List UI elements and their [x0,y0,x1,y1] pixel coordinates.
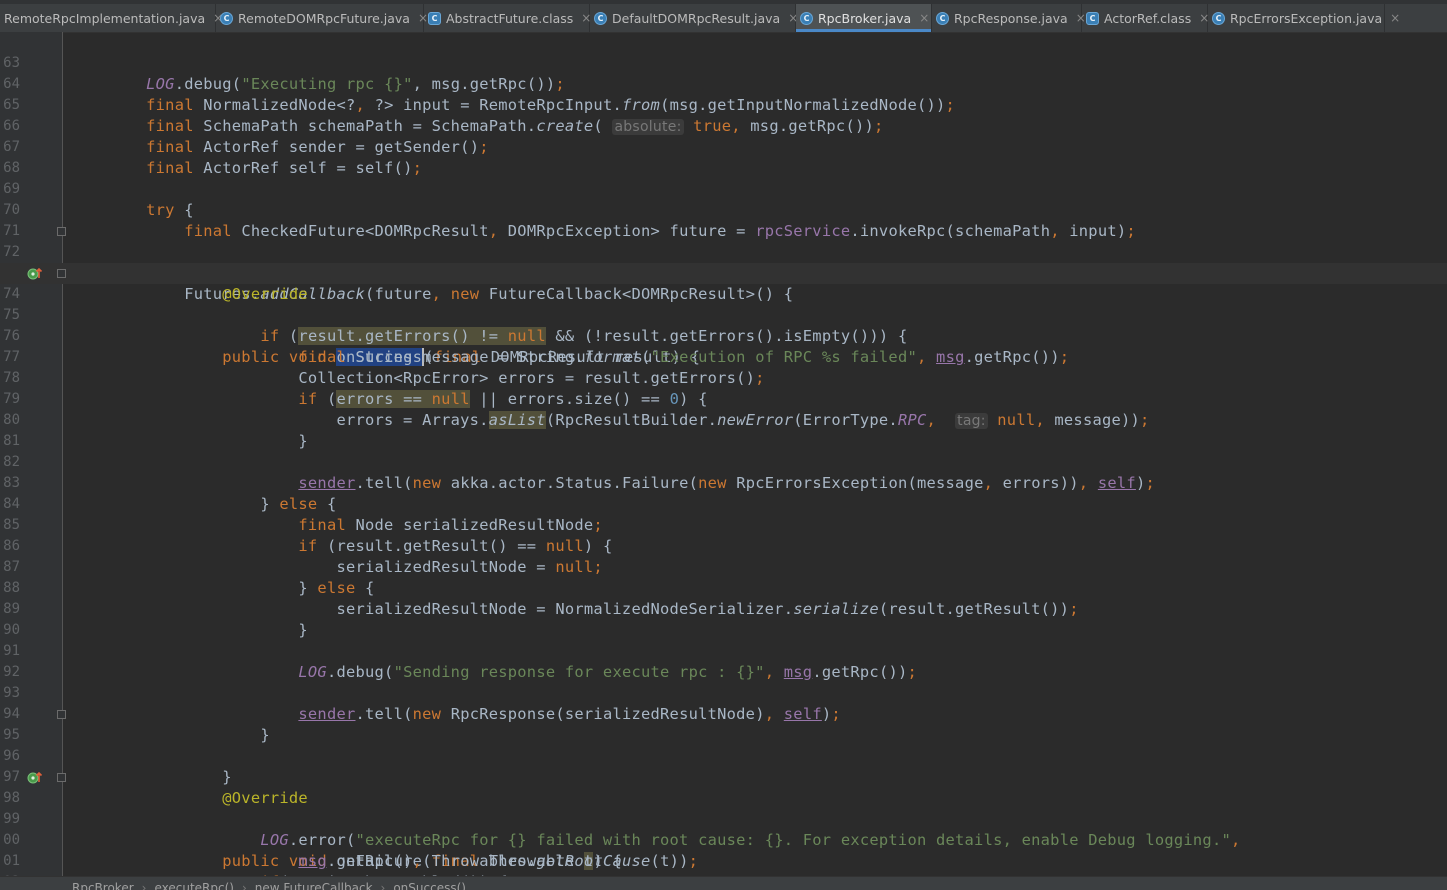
code-line-74: 74 public void onSuccess (final DOMRpcRes… [0,263,1447,366]
code-line-64: 64 final NormalizedNode<?, ?> input = Re… [0,53,1447,114]
breadcrumb-method[interactable]: executeRpc() [154,881,234,890]
tab-label: RemoteDOMRpcFuture.java [238,10,410,26]
compiled-class-icon: C [428,11,441,25]
tab-label: AbstractFuture.class [446,10,574,26]
code-line-93: 93 sender.tell(new RpcResponse(serialize… [0,662,1447,723]
tab-defaultdomrpcresult-java[interactable]: C DefaultDOMRpcResult.java × [590,4,798,32]
code-line-95: 95 } [0,704,1447,786]
tab-label: DefaultDOMRpcResult.java [612,10,781,26]
tab-label: ActorRef.class [1104,10,1192,26]
code-line-68: 68 [0,137,1447,176]
close-icon[interactable]: × [919,11,929,25]
fold-marker[interactable] [57,269,66,278]
code-line-69: 69 try { [0,158,1447,219]
code-line-88: 88 serializedResultNode = NormalizedNode… [0,557,1447,618]
breadcrumb-current-method[interactable]: onSuccess() [393,881,466,890]
code-editor[interactable]: 63 LOG.debug("Executing rpc {}", msg.get… [0,32,1447,876]
code-line-76: 76 final String message = String.format(… [0,305,1447,366]
tab-remoterpcimplementation-java[interactable]: RemoteRpcImplementation.java × [0,4,223,32]
code-line-102: 02 LOG.debug("Detailed exception for exe… [0,851,1447,876]
breadcrumb-separator-icon: › [380,881,386,890]
tab-rpcbroker-java[interactable]: C RpcBroker.java × [796,4,932,32]
code-line-67: 67 final ActorRef self = self(); [0,116,1447,177]
code-line-80: 80 } [0,389,1447,450]
breadcrumb-class[interactable]: RpcBroker [72,881,134,890]
code-line-86: 86 serializedResultNode = null; [0,515,1447,576]
editor-tab-bar: RemoteRpcImplementation.java × C RemoteDOMR… [0,0,1447,33]
tab-label: RpcBroker.java [818,10,912,26]
java-class-icon: C [936,11,949,25]
code-line-82: 82 sender.tell(new akka.actor.Status.Fai… [0,431,1447,492]
code-line-79: 79 errors = Arrays.asList(RpcResultBuild… [0,368,1447,429]
tab-label: RpcResponse.java [954,10,1068,26]
code-line-100: 00 msg.getRpc(), Throwables.getRootCause… [0,809,1447,870]
code-line-63: 63 LOG.debug("Executing rpc {}", msg.get… [0,32,1447,93]
code-line-65: 65 final SchemaPath schemaPath = SchemaP… [0,74,1447,135]
tab-abstractfuture-class[interactable]: C AbstractFuture.class × [424,4,591,32]
code-line-75: 75 if (result.getErrors() != null && (!r… [0,284,1447,345]
code-line-99: 99 LOG.error("executeRpc for {} failed w… [0,788,1447,849]
code-line-81: 81 [0,410,1447,449]
tab-rpcresponse-java[interactable]: C RpcResponse.java × [932,4,1086,32]
code-line-83: 83 } else { [0,452,1447,513]
fold-marker[interactable] [57,773,66,782]
code-line-84: 84 final Node serializedResultNode; [0,473,1447,534]
java-class-icon: C [220,11,233,25]
java-class-icon: C [800,11,813,25]
tab-label: RpcErrorsException.java [1230,10,1383,26]
breadcrumb-separator-icon: › [241,881,247,890]
code-line-70: 70 final CheckedFuture<DOMRpcResult, DOM… [0,179,1447,240]
code-line-98: 98 public void onFailure(final Throwable… [0,767,1447,870]
breadcrumb-separator-icon: › [141,881,147,890]
code-line-72: 72 Futures.addCallback(future, new Futur… [0,221,1447,303]
fold-marker[interactable] [57,710,66,719]
code-line-90: 90 [0,599,1447,638]
breadcrumb-anonymous-class[interactable]: new FutureCallback [255,881,373,890]
code-line-92: 92 [0,641,1447,680]
code-line-91: 91 LOG.debug("Sending response for execu… [0,620,1447,681]
tab-actorref-class[interactable]: C ActorRef.class × [1082,4,1209,32]
compiled-class-icon: C [1086,11,1099,25]
tab-remotedomrpcfuture-java[interactable]: C RemoteDOMRpcFuture.java × [216,4,428,32]
code-line-94: 94 } [0,683,1447,744]
code-line-101: 01 if(LOG.isDebugEnabled()) { [0,830,1447,876]
code-line-87: 87 } else { [0,536,1447,597]
override-method-icon[interactable] [27,770,43,785]
code-line-73: 73 @Override [0,242,1447,303]
code-line-77: 77 Collection<RpcError> errors = result.… [0,326,1447,387]
breadcrumb: RpcBroker › executeRpc() › new FutureCal… [0,876,1447,890]
code-line-97: 97 @Override [0,746,1447,807]
code-line-66: 66 final ActorRef sender = getSender(); [0,95,1447,156]
code-line-85: 85 if (result.getResult() == null) { [0,494,1447,555]
override-method-icon[interactable] [27,266,43,281]
code-line-78: 78 if (errors == null || errors.size() =… [0,347,1447,408]
tab-label: RemoteRpcImplementation.java [4,10,206,26]
java-class-icon: C [1212,11,1225,25]
code-line-89: 89 } [0,578,1447,639]
fold-marker[interactable] [57,227,66,236]
close-icon[interactable]: × [1390,11,1400,25]
code-line-71: 71 [0,200,1447,239]
code-line-96: 96 [0,725,1447,764]
tab-rpcerrorsexception-java[interactable]: C RpcErrorsException.java × [1208,4,1400,32]
java-class-icon: C [594,11,607,25]
